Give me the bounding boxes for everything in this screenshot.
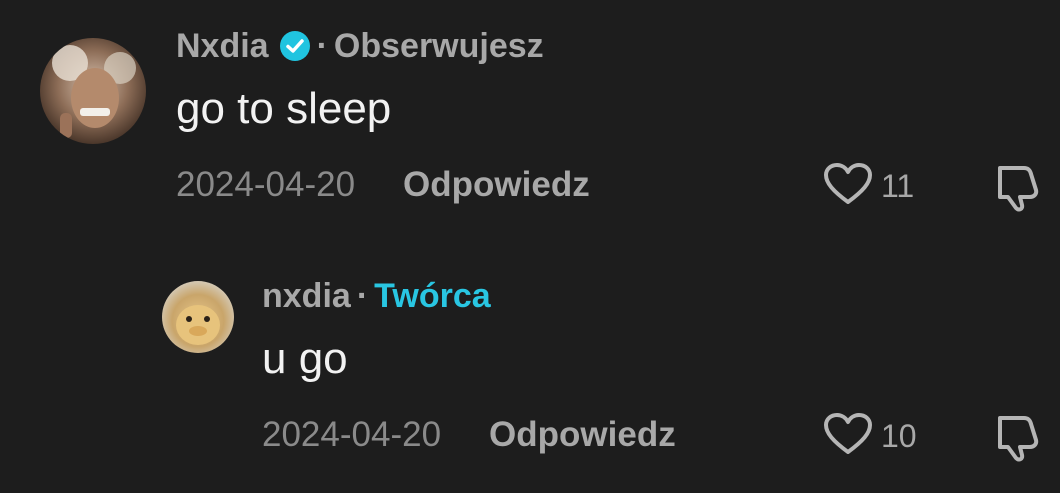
like-count: 11 [881, 167, 915, 204]
comment-header: nxdia · Twórca [262, 276, 491, 316]
like-count: 10 [881, 417, 917, 454]
separator-dot: · [356, 276, 369, 315]
dislike-button[interactable] [994, 410, 1044, 467]
dislike-button[interactable] [994, 160, 1044, 217]
reply-button[interactable]: Odpowiedz [403, 165, 590, 205]
author-name[interactable]: Nxdia [176, 27, 269, 66]
creator-label: Twórca [374, 276, 491, 315]
like-button[interactable]: 11 [823, 162, 915, 211]
comment-text: go to sleep [176, 84, 392, 133]
author-name[interactable]: nxdia [262, 277, 351, 316]
thumbs-down-icon [994, 166, 1044, 216]
comment-header: Nxdia · Obserwujesz [176, 26, 544, 66]
avatar[interactable] [40, 38, 146, 144]
heart-outline-icon [823, 412, 873, 461]
avatar-image [40, 38, 146, 144]
separator-dot: · [316, 26, 328, 65]
comment-date: 2024-04-20 [176, 165, 356, 204]
reply-button[interactable]: Odpowiedz [489, 415, 676, 455]
like-button[interactable]: 10 [823, 412, 917, 461]
avatar-image [162, 281, 234, 353]
comment-date: 2024-04-20 [262, 415, 442, 454]
avatar[interactable] [162, 281, 234, 353]
heart-outline-icon [823, 162, 873, 211]
relation-label: Obserwujesz [333, 26, 544, 65]
thumbs-down-icon [994, 416, 1044, 466]
comment-meta: 2024-04-20 Odpowiedz [262, 414, 676, 456]
comment-text: u go [262, 334, 348, 383]
comment-meta: 2024-04-20 Odpowiedz [176, 164, 590, 206]
verified-badge-icon [279, 30, 311, 62]
